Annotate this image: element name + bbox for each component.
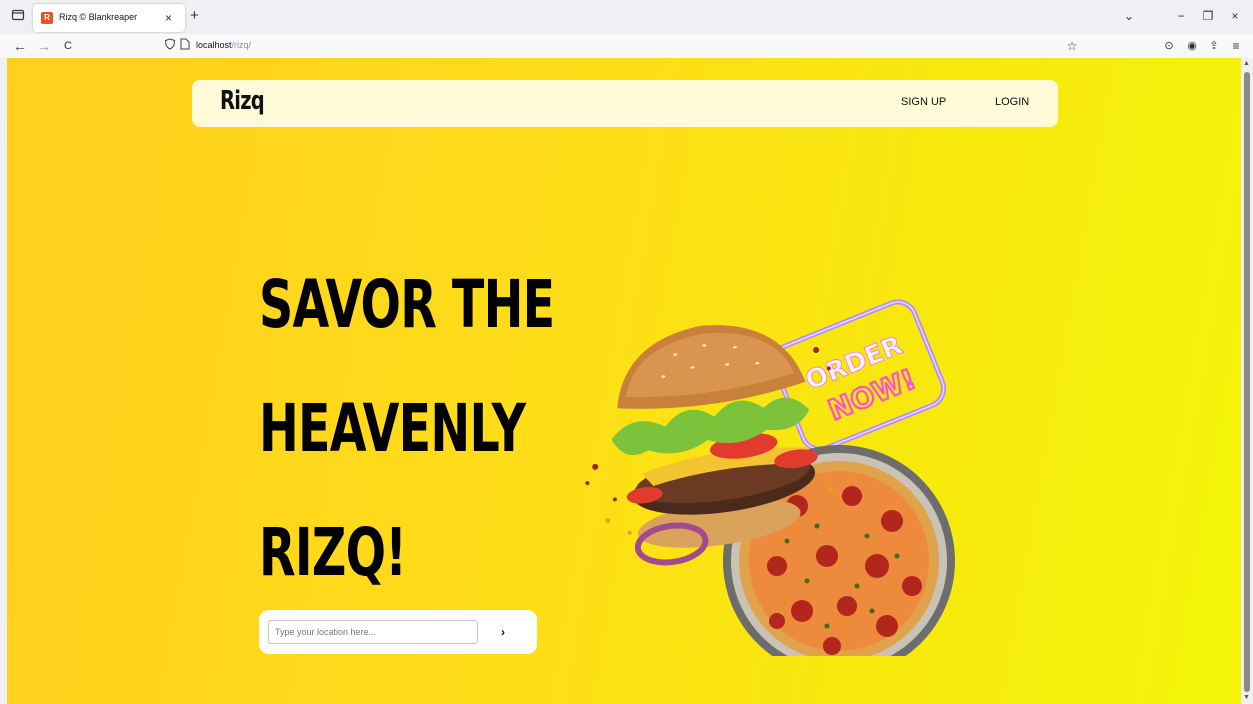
page-viewport: Rizq SIGN UP LOGIN SAVOR THE HEAVENLY RI… bbox=[7, 58, 1241, 704]
list-all-tabs-icon[interactable]: ⌄ bbox=[1121, 8, 1137, 24]
location-submit-button[interactable]: › bbox=[491, 622, 515, 642]
url-host: localhost bbox=[196, 40, 232, 50]
site-favicon-icon: R bbox=[41, 12, 53, 24]
hero-heading: SAVOR THE HEAVENLY RIZQ! bbox=[259, 243, 555, 615]
bookmark-star-icon[interactable]: ☆ bbox=[1064, 37, 1080, 55]
url-bar[interactable]: localhost/rizq/ bbox=[158, 36, 1088, 56]
food-hero-illustration: ORDER NOW! bbox=[585, 299, 955, 656]
reload-icon[interactable]: C bbox=[60, 37, 76, 55]
location-input[interactable] bbox=[268, 620, 478, 644]
browser-tab-active[interactable]: R Rizq © Blankreaper × bbox=[33, 4, 185, 32]
tab-close-icon[interactable]: × bbox=[165, 10, 172, 26]
url-path: /rizq/ bbox=[231, 40, 252, 50]
site-logo[interactable]: Rizq bbox=[220, 86, 265, 116]
minimize-icon[interactable]: − bbox=[1173, 8, 1189, 24]
pocket-icon[interactable]: ⊙ bbox=[1161, 37, 1177, 55]
browser-tab-strip: R Rizq © Blankreaper × + ⌄ − ❐ × bbox=[0, 0, 1253, 34]
account-icon[interactable]: ◉ bbox=[1184, 37, 1200, 55]
page-scrollbar[interactable]: ▲ ▼ bbox=[1241, 58, 1253, 704]
hero-line-3: RIZQ! bbox=[259, 514, 407, 591]
signup-link[interactable]: SIGN UP bbox=[901, 96, 946, 108]
site-header: Rizq SIGN UP LOGIN bbox=[192, 80, 1058, 127]
scrollbar-thumb[interactable] bbox=[1244, 72, 1250, 692]
restore-icon[interactable]: ❐ bbox=[1200, 8, 1216, 24]
close-window-icon[interactable]: × bbox=[1227, 8, 1243, 24]
back-icon[interactable]: ← bbox=[12, 37, 28, 55]
page-info-icon[interactable] bbox=[180, 38, 190, 55]
tab-title: Rizq © Blankreaper bbox=[59, 12, 138, 22]
login-link[interactable]: LOGIN bbox=[995, 96, 1029, 108]
hero-line-1: SAVOR THE bbox=[259, 266, 555, 343]
forward-icon[interactable]: → bbox=[36, 37, 52, 55]
tracking-shield-icon[interactable] bbox=[164, 38, 176, 55]
scroll-down-icon[interactable]: ▼ bbox=[1243, 694, 1250, 701]
location-search-box: › bbox=[259, 610, 537, 654]
hero-line-2: HEAVENLY bbox=[259, 390, 526, 467]
scroll-up-icon[interactable]: ▲ bbox=[1243, 60, 1250, 67]
browser-nav-bar: ← → C localhost/rizq/ ☆ ⊙ ◉ ⇪ ≡ bbox=[0, 34, 1253, 58]
app-menu-icon[interactable]: ≡ bbox=[1228, 37, 1244, 55]
url-text: localhost/rizq/ bbox=[196, 40, 251, 50]
extensions-icon[interactable]: ⇪ bbox=[1206, 37, 1222, 55]
new-tab-icon[interactable]: + bbox=[190, 8, 199, 24]
tab-list-icon[interactable] bbox=[10, 8, 26, 24]
